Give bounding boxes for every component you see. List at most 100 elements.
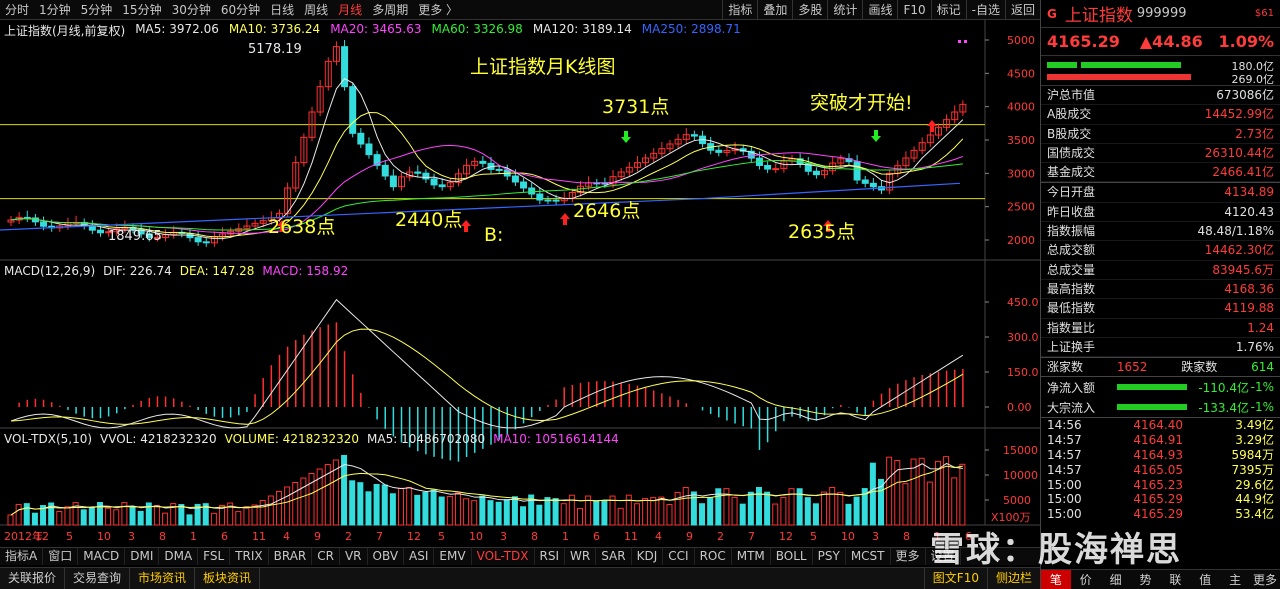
indicator-tab-4[interactable]: DMA bbox=[159, 548, 199, 565]
vol-bar bbox=[812, 503, 819, 526]
period-tab-1[interactable]: 1分钟 bbox=[34, 0, 76, 20]
annotation-2638: 2638点 bbox=[268, 216, 336, 238]
x-axis-label: 5 bbox=[438, 530, 445, 543]
tick-price: 4165.29 bbox=[1133, 507, 1183, 522]
panel-nav-5[interactable]: 值 bbox=[1190, 570, 1220, 589]
tool-button-0[interactable]: 指标 bbox=[722, 0, 757, 20]
bar-value-2: 269.0亿 bbox=[1231, 73, 1275, 86]
indicator-tab-1[interactable]: 窗口 bbox=[43, 548, 79, 565]
bottom-link-0[interactable]: 关联报价 bbox=[0, 568, 66, 589]
indicator-tab-5[interactable]: FSL bbox=[198, 548, 231, 565]
chart-dot-2 bbox=[964, 40, 967, 43]
indicator-tab-2[interactable]: MACD bbox=[78, 548, 126, 565]
stat-row: B股成交 2.73亿 bbox=[1041, 125, 1280, 144]
indicator-tab-8[interactable]: CR bbox=[312, 548, 340, 565]
panel-nav-2[interactable]: 细 bbox=[1101, 570, 1131, 589]
stat-label: A股成交 bbox=[1047, 107, 1092, 122]
g-icon[interactable]: G bbox=[1047, 7, 1057, 21]
indicator-tab-0[interactable]: 指标A bbox=[0, 548, 44, 565]
tool-button-2[interactable]: 多股 bbox=[792, 0, 827, 20]
indicator-tab-3[interactable]: DMI bbox=[125, 548, 160, 565]
annotation-title: 上证指数月K线图 bbox=[470, 56, 616, 78]
stat-value: 4134.89 bbox=[1224, 185, 1274, 200]
ma60-label: MA60: 3326.98 bbox=[431, 22, 523, 36]
indicator-tab-19[interactable]: ROC bbox=[695, 548, 732, 565]
indicator-tab-15[interactable]: WR bbox=[565, 548, 597, 565]
candle-body bbox=[690, 134, 698, 137]
indicator-tab-23[interactable]: MCST bbox=[846, 548, 891, 565]
period-tab-3[interactable]: 15分钟 bbox=[117, 0, 166, 20]
period-tab-10[interactable]: 更多 〉 bbox=[413, 0, 463, 20]
vol-bar bbox=[454, 492, 461, 526]
indicator-tab-20[interactable]: MTM bbox=[732, 548, 771, 565]
period-tab-5[interactable]: 60分钟 bbox=[216, 0, 265, 20]
period-tab-4[interactable]: 30分钟 bbox=[167, 0, 216, 20]
panel-nav-1[interactable]: 价 bbox=[1071, 570, 1101, 589]
bottom-right-link-0[interactable]: 图文F10 bbox=[923, 568, 987, 589]
period-tab-8[interactable]: 月线 bbox=[333, 0, 367, 20]
x-axis-label: 9 bbox=[686, 530, 693, 543]
indicator-tab-17[interactable]: KDJ bbox=[632, 548, 664, 565]
period-tab-2[interactable]: 5分钟 bbox=[76, 0, 118, 20]
indicator-tab-9[interactable]: VR bbox=[340, 548, 368, 565]
annotation-2440: 2440点 bbox=[395, 209, 463, 231]
indicator-tab-16[interactable]: SAR bbox=[596, 548, 632, 565]
period-tab-7[interactable]: 周线 bbox=[299, 0, 333, 20]
panel-nav-0[interactable]: 笔 bbox=[1041, 570, 1071, 589]
panel-nav-4[interactable]: 联 bbox=[1161, 570, 1191, 589]
indicator-tab-24[interactable]: 更多 bbox=[891, 548, 926, 565]
indicator-tab-11[interactable]: ASI bbox=[404, 548, 435, 565]
vol-bar bbox=[552, 498, 559, 526]
indicator-tab-22[interactable]: PSY bbox=[813, 548, 846, 565]
tool-button-8[interactable]: 返回 bbox=[1004, 0, 1040, 20]
tool-button-6[interactable]: 标记 bbox=[930, 0, 966, 20]
indicator-tab-13[interactable]: VOL-TDX bbox=[472, 548, 535, 565]
x-axis-label: 12 bbox=[779, 530, 793, 543]
vol-ma-line bbox=[10, 465, 963, 516]
panel-nav-6[interactable]: 主 bbox=[1220, 570, 1250, 589]
indicator-tab-14[interactable]: RSI bbox=[535, 548, 566, 565]
period-tab-9[interactable]: 多周期 bbox=[367, 0, 413, 20]
vol-bar bbox=[56, 511, 63, 526]
bottom-link-1[interactable]: 交易查询 bbox=[65, 568, 131, 589]
tool-button-3[interactable]: 统计 bbox=[827, 0, 862, 20]
panel-nav-3[interactable]: 势 bbox=[1131, 570, 1161, 589]
vol-bar bbox=[381, 484, 388, 526]
vol-bar bbox=[682, 487, 689, 526]
tool-button-4[interactable]: 画线 bbox=[862, 0, 897, 20]
indicator-tab-10[interactable]: OBV bbox=[368, 548, 405, 565]
indicator-tab-12[interactable]: EMV bbox=[434, 548, 472, 565]
indicator-tab-7[interactable]: BRAR bbox=[269, 548, 313, 565]
market-stats: 沪总市值 673086亿 A股成交 14452.99亿 B股成交 2.73亿 国债成交 263… bbox=[1041, 86, 1280, 184]
vol-bar bbox=[593, 500, 600, 526]
indicator-tab-18[interactable]: CCI bbox=[663, 548, 695, 565]
flow-pct: -1% bbox=[1250, 400, 1274, 415]
y-tick-label: 2500 bbox=[1007, 201, 1035, 214]
bottom-link-2[interactable]: 市场资讯 bbox=[130, 568, 196, 589]
indicator-tab-6[interactable]: TRIX bbox=[230, 548, 269, 565]
price-row: 4165.29 ▲44.86 1.09% bbox=[1041, 28, 1280, 56]
period-tab-6[interactable]: 日线 bbox=[265, 0, 299, 20]
candle-body bbox=[414, 171, 422, 174]
vol-bar bbox=[186, 514, 193, 526]
indicator-tab-21[interactable]: BOLL bbox=[771, 548, 813, 565]
vol-ma5-label: MA5: 10486702080 bbox=[367, 432, 486, 446]
vol-bar bbox=[430, 489, 437, 526]
ma120-label: MA120: 3189.14 bbox=[532, 22, 632, 36]
bottom-right-link-1[interactable]: 侧边栏 bbox=[986, 568, 1040, 589]
period-tab-0[interactable]: 分时 bbox=[0, 0, 34, 20]
bottom-link-3[interactable]: 板块资讯 bbox=[195, 568, 261, 589]
arrow-green-6 bbox=[871, 130, 881, 142]
vol-bar bbox=[267, 495, 274, 526]
candle-body bbox=[536, 193, 544, 201]
vol-bar bbox=[951, 477, 958, 526]
vol-bar bbox=[699, 503, 706, 526]
tick-row: 14:57 4164.91 3.29亿 bbox=[1041, 433, 1280, 448]
panel-nav-7[interactable]: 更多 bbox=[1250, 570, 1280, 589]
vol-bar bbox=[243, 506, 250, 526]
tool-button-5[interactable]: F10 bbox=[897, 0, 930, 20]
tick-volume: 44.9亿 bbox=[1235, 492, 1274, 507]
tool-button-7[interactable]: -自选 bbox=[965, 0, 1005, 20]
stat-value: 1.76% bbox=[1235, 339, 1274, 354]
tool-button-1[interactable]: 叠加 bbox=[757, 0, 792, 20]
